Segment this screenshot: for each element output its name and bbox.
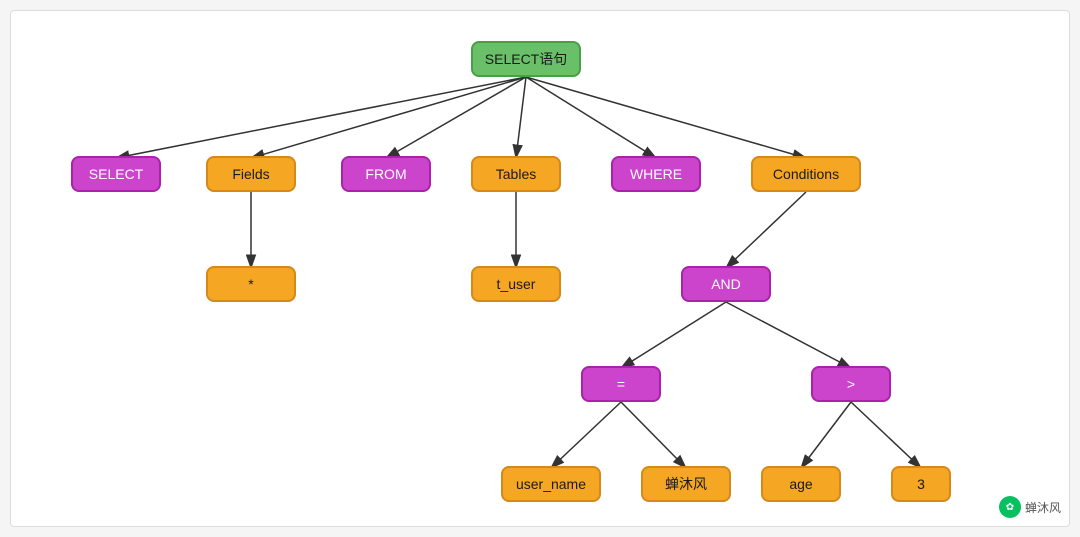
node-and: AND	[681, 266, 771, 302]
node-username: user_name	[501, 466, 601, 502]
node-star: *	[206, 266, 296, 302]
node-tables: Tables	[471, 156, 561, 192]
node-root: SELECT语句	[471, 41, 581, 77]
node-value_3: 3	[891, 466, 951, 502]
node-gt: >	[811, 366, 891, 402]
node-conditions: Conditions	[751, 156, 861, 192]
node-eq: =	[581, 366, 661, 402]
node-select: SELECT	[71, 156, 161, 192]
node-fields: Fields	[206, 156, 296, 192]
diagram-container: SELECT语句 SELECT Fields FROM Tables WHERE Condi…	[10, 10, 1070, 527]
watermark-icon: ✿	[999, 496, 1021, 518]
node-where: WHERE	[611, 156, 701, 192]
watermark: ✿ 蝉沐风	[999, 496, 1061, 518]
node-value_name: 蝉沐风	[641, 466, 731, 502]
node-age: age	[761, 466, 841, 502]
node-tuser: t_user	[471, 266, 561, 302]
node-from: FROM	[341, 156, 431, 192]
watermark-text: 蝉沐风	[1025, 499, 1061, 516]
